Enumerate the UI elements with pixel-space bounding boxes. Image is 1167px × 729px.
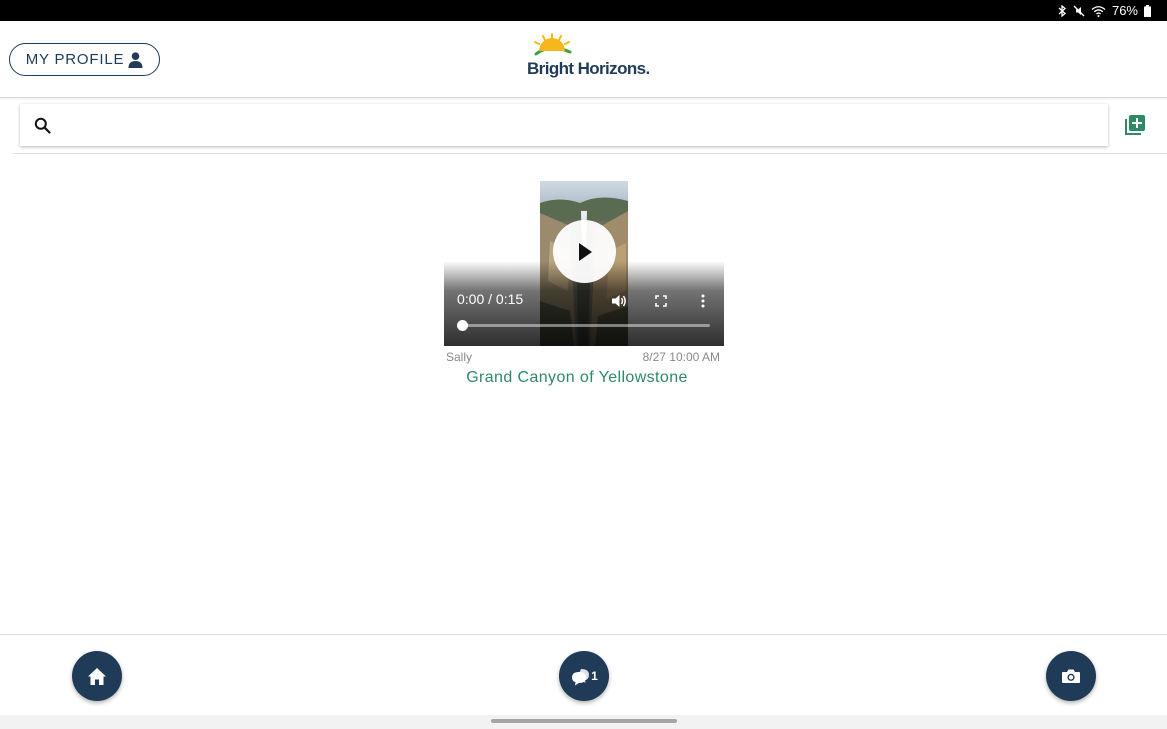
battery-percent: 76% bbox=[1111, 3, 1138, 18]
home-button[interactable] bbox=[72, 651, 122, 701]
my-profile-label: MY PROFILE bbox=[25, 51, 125, 68]
search-bar bbox=[20, 104, 1108, 146]
post-title[interactable]: Grand Canyon of Yellowstone bbox=[444, 369, 710, 387]
divider bbox=[13, 153, 1167, 154]
video-progress-bar[interactable] bbox=[457, 320, 710, 331]
messages-count-badge: 1 bbox=[591, 669, 598, 683]
home-icon bbox=[88, 667, 106, 685]
sun-logo-icon bbox=[534, 33, 572, 56]
home-gesture-handle[interactable] bbox=[491, 719, 677, 723]
wifi-icon bbox=[1091, 5, 1106, 17]
search-icon[interactable] bbox=[34, 117, 51, 134]
camera-icon bbox=[1062, 669, 1080, 683]
messages-button[interactable]: 1 bbox=[559, 651, 609, 701]
search-input[interactable] bbox=[61, 104, 1108, 146]
app-header: MY PROFILE Bright Horizons. bbox=[0, 21, 1167, 98]
video-time: 0:00 / 0:15 bbox=[457, 291, 524, 307]
post-date: 8/27 10:00 AM bbox=[642, 350, 720, 364]
add-library-icon bbox=[1125, 115, 1145, 135]
bright-horizons-logo: Bright Horizons. bbox=[524, 32, 650, 82]
volume-icon[interactable] bbox=[611, 293, 627, 309]
bluetooth-icon bbox=[1058, 4, 1066, 17]
post-author: Sally bbox=[446, 350, 473, 364]
fullscreen-icon[interactable] bbox=[655, 295, 667, 307]
status-bar: 76% bbox=[0, 0, 1167, 21]
video-scrubber-handle[interactable] bbox=[457, 320, 468, 331]
chat-bubbles-icon bbox=[572, 668, 590, 685]
my-profile-button[interactable]: MY PROFILE bbox=[9, 43, 160, 76]
play-button[interactable] bbox=[553, 220, 616, 283]
bottom-nav: 1 bbox=[0, 634, 1167, 715]
play-icon bbox=[578, 242, 592, 261]
person-icon bbox=[128, 51, 143, 68]
more-options-icon[interactable] bbox=[700, 294, 706, 308]
system-gesture-bar bbox=[0, 715, 1167, 729]
video-player[interactable]: 0:00 / 0:15 bbox=[444, 181, 724, 346]
logo-wordmark: Bright Horizons. bbox=[527, 59, 650, 78]
camera-button[interactable] bbox=[1046, 651, 1096, 701]
add-post-button[interactable] bbox=[1123, 113, 1147, 137]
battery-icon bbox=[1144, 4, 1151, 17]
mute-icon bbox=[1073, 5, 1085, 16]
